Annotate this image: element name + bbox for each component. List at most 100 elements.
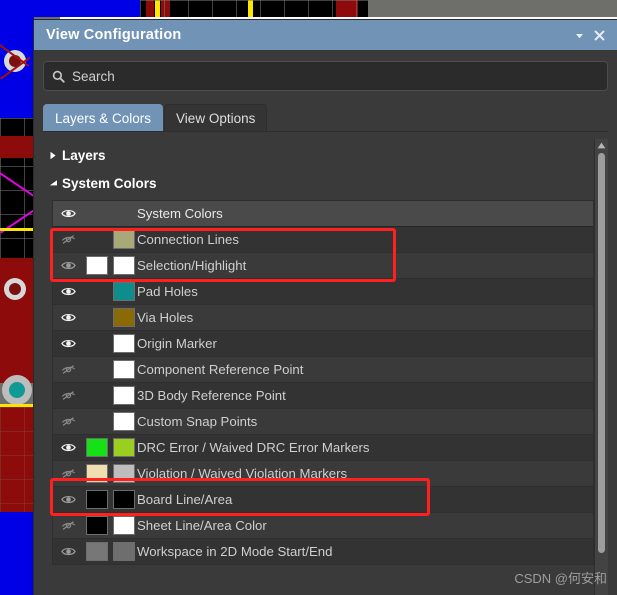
color-swatch[interactable] [113, 438, 135, 457]
eye-open-dim-icon[interactable] [53, 260, 83, 271]
system-colors-list: System Colors Connection Lines Selection/… [52, 200, 594, 565]
color-swatches [83, 256, 137, 275]
color-swatch[interactable] [86, 464, 108, 483]
color-swatch[interactable] [113, 308, 135, 327]
color-swatch[interactable] [113, 386, 135, 405]
table-row-label: 3D Body Reference Point [137, 388, 286, 403]
color-swatches [83, 490, 137, 509]
eye-closed-icon[interactable] [53, 234, 83, 245]
eye-closed-icon[interactable] [53, 364, 83, 375]
table-row-label: Connection Lines [137, 232, 239, 247]
color-swatch[interactable] [86, 542, 108, 561]
colors-tree: Layers System Colors System Colors Conne… [43, 139, 594, 595]
color-swatch[interactable] [86, 490, 108, 509]
table-row[interactable]: Selection/Highlight [53, 253, 593, 279]
eye-open-icon[interactable] [53, 286, 83, 297]
eye-open-icon[interactable] [53, 208, 83, 219]
table-row[interactable]: 3D Body Reference Point [53, 383, 593, 409]
table-row-label: Pad Holes [137, 284, 198, 299]
color-swatches [83, 542, 137, 561]
table-row[interactable]: Pad Holes [53, 279, 593, 305]
color-swatch[interactable] [113, 230, 135, 249]
dialog-titlebar[interactable]: View Configuration [34, 20, 617, 50]
color-swatch[interactable] [86, 516, 108, 535]
tab-layers-and-colors-label: Layers & Colors [55, 110, 152, 126]
watermark: CSDN @何安和 [514, 571, 607, 586]
eye-open-dim-icon[interactable] [53, 494, 83, 505]
color-swatch[interactable] [113, 412, 135, 431]
color-swatch[interactable] [113, 516, 135, 535]
eye-closed-icon[interactable] [53, 520, 83, 531]
list-scrollbar[interactable] [594, 139, 608, 595]
tab-view-options-label: View Options [176, 110, 256, 126]
color-swatch[interactable] [113, 464, 135, 483]
eye-closed-icon[interactable] [53, 416, 83, 427]
color-swatch[interactable] [113, 360, 135, 379]
table-row[interactable]: Custom Snap Points [53, 409, 593, 435]
table-row[interactable]: DRC Error / Waived DRC Error Markers [53, 435, 593, 461]
eye-closed-icon[interactable] [53, 468, 83, 479]
table-row-label: Custom Snap Points [137, 414, 258, 429]
color-swatches [83, 282, 137, 301]
table-row[interactable]: Origin Marker [53, 331, 593, 357]
table-row-label: Violation / Waived Violation Markers [137, 466, 348, 481]
color-swatches [83, 438, 137, 457]
color-swatches [83, 360, 137, 379]
group-layers[interactable]: Layers [43, 142, 594, 168]
color-swatches [83, 412, 137, 431]
table-row[interactable]: Violation / Waived Violation Markers [53, 461, 593, 487]
triangle-up-icon[interactable] [597, 139, 606, 151]
tab-view-options[interactable]: View Options [164, 104, 268, 131]
color-swatches [83, 464, 137, 483]
eye-open-icon[interactable] [53, 338, 83, 349]
color-swatch[interactable] [113, 282, 135, 301]
list-header-label: System Colors [137, 206, 223, 221]
settings-panel: Layers System Colors System Colors Conne… [43, 139, 608, 595]
search-input[interactable]: Search [43, 61, 608, 91]
table-row-label: Selection/Highlight [137, 258, 247, 273]
close-icon[interactable] [589, 25, 609, 45]
tab-layers-and-colors[interactable]: Layers & Colors [43, 104, 164, 131]
eye-open-icon[interactable] [53, 442, 83, 453]
list-header-row[interactable]: System Colors [53, 201, 593, 227]
table-row[interactable]: Workspace in 2D Mode Start/End [53, 539, 593, 565]
table-row[interactable]: Connection Lines [53, 227, 593, 253]
color-swatch[interactable] [86, 256, 108, 275]
color-swatch[interactable] [86, 438, 108, 457]
group-layers-label: Layers [62, 147, 106, 163]
color-swatches [83, 516, 137, 535]
table-row-label: Component Reference Point [137, 362, 304, 377]
table-row-label: Origin Marker [137, 336, 217, 351]
triangle-right-icon [46, 151, 60, 160]
chevron-down-icon[interactable] [569, 25, 589, 45]
color-swatch[interactable] [113, 334, 135, 353]
dialog-title: View Configuration [46, 27, 182, 43]
group-system-colors-label: System Colors [62, 175, 157, 191]
color-swatches [83, 230, 137, 249]
table-row-label: DRC Error / Waived DRC Error Markers [137, 440, 370, 455]
search-placeholder: Search [72, 68, 115, 84]
search-icon [52, 70, 65, 83]
eye-closed-icon[interactable] [53, 390, 83, 401]
tab-bar: Layers & Colors View Options [43, 104, 608, 132]
triangle-down-icon [46, 179, 60, 187]
eye-open-icon[interactable] [53, 312, 83, 323]
table-row-label: Via Holes [137, 310, 194, 325]
table-row[interactable]: Via Holes [53, 305, 593, 331]
group-system-colors[interactable]: System Colors [43, 170, 594, 196]
eye-open-dim-icon[interactable] [53, 546, 83, 557]
color-swatch[interactable] [113, 542, 135, 561]
scrollbar-track[interactable] [595, 151, 608, 595]
table-row-label: Sheet Line/Area Color [137, 518, 267, 533]
color-swatch[interactable] [113, 490, 135, 509]
table-row[interactable]: Sheet Line/Area Color [53, 513, 593, 539]
color-swatches [83, 334, 137, 353]
color-swatch[interactable] [113, 256, 135, 275]
table-row-label: Workspace in 2D Mode Start/End [137, 544, 333, 559]
table-row-label: Board Line/Area [137, 492, 233, 507]
table-row[interactable]: Board Line/Area [53, 487, 593, 513]
scrollbar-thumb[interactable] [598, 153, 605, 553]
color-swatches [83, 308, 137, 327]
table-row[interactable]: Component Reference Point [53, 357, 593, 383]
view-configuration-dialog: View Configuration Search Layers & Color… [34, 20, 617, 595]
